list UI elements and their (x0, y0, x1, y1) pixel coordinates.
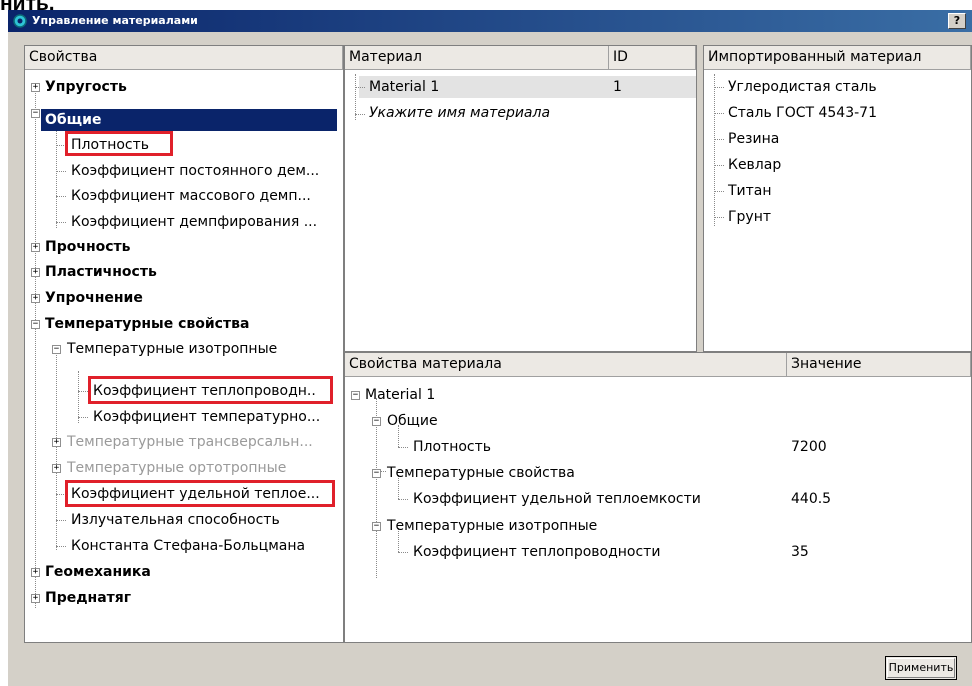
properties-header[interactable]: Свойства (25, 46, 343, 70)
tree-item-general[interactable]: Общие (45, 109, 101, 131)
props-density-value[interactable]: 7200 (791, 436, 827, 458)
expand-icon[interactable]: + (31, 294, 40, 303)
collapse-icon[interactable]: − (31, 109, 40, 118)
imported-item-titanium[interactable]: Титан (728, 180, 772, 202)
highlight-box-specific-heat (65, 480, 335, 507)
tree-item-elasticity[interactable]: Упругость (45, 76, 127, 98)
expand-icon[interactable]: + (31, 243, 40, 252)
collapse-icon[interactable]: − (372, 522, 381, 531)
id-column-header[interactable]: ID (609, 46, 696, 70)
help-button[interactable]: ? (948, 13, 966, 29)
material-name-cell[interactable]: Material 1 (369, 76, 439, 98)
tree-item-stefan-boltzmann[interactable]: Константа Стефана-Больцмана (71, 535, 305, 557)
tree-item-thermal-expansion[interactable]: Коэффициент температурно... (93, 406, 320, 428)
imported-item-soil[interactable]: Грунт (728, 206, 771, 228)
highlight-box-density (65, 131, 173, 156)
tree-item-hardening[interactable]: Упрочнение (45, 287, 143, 309)
tree-item-prestress[interactable]: Преднатяг (45, 587, 131, 609)
tree-item-emissivity[interactable]: Излучательная способность (71, 509, 280, 531)
tree-item-const-damping[interactable]: Коэффициент постоянного дем... (71, 160, 319, 182)
collapse-icon[interactable]: − (351, 391, 360, 400)
tree-item-strength[interactable]: Прочность (45, 236, 131, 258)
material-manager-window: Управление материалами ? Свойства + Упру… (8, 10, 972, 686)
props-group-thermal[interactable]: Температурные свойства (387, 462, 575, 484)
apply-button[interactable]: Применить (885, 656, 957, 680)
apply-button-label: Применить (888, 661, 954, 674)
props-conductivity-label: Коэффициент теплопроводности (413, 544, 661, 560)
window-title: Управление материалами (32, 14, 198, 27)
material-properties-panel: Свойства материала Значение − Material 1… (344, 352, 972, 643)
props-group-general[interactable]: Общие (387, 410, 438, 432)
imported-item-carbon-steel[interactable]: Углеродистая сталь (728, 76, 877, 98)
props-density-label: Плотность (413, 439, 492, 455)
expand-icon[interactable]: + (31, 83, 40, 92)
props-heat-capacity-value[interactable]: 440.5 (791, 488, 831, 510)
tree-item-thermal-transversal[interactable]: Температурные трансверсальн... (67, 431, 313, 453)
material-list-panel: Материал ID Material 1 1 Укажите имя мат… (344, 45, 697, 352)
expand-icon[interactable]: + (31, 594, 40, 603)
props-heat-capacity-label: Коэффициент удельной теплоемкости (413, 491, 701, 507)
material-column-header[interactable]: Материал (345, 46, 609, 70)
expand-icon[interactable]: + (31, 568, 40, 577)
collapse-icon[interactable]: − (372, 417, 381, 426)
imported-item-rubber[interactable]: Резина (728, 128, 779, 150)
tree-item-thermal-orthotropic[interactable]: Температурные ортотропные (67, 457, 286, 479)
imported-header[interactable]: Импортированный материал (704, 46, 971, 70)
imported-item-kevlar[interactable]: Кевлар (728, 154, 781, 176)
tree-item-thermal[interactable]: Температурные свойства (45, 313, 249, 335)
highlight-box-conductivity (88, 376, 333, 404)
property-column-header[interactable]: Свойства материала (345, 353, 787, 377)
tree-item-geomechanics[interactable]: Геомеханика (45, 561, 151, 583)
app-logo-icon (13, 14, 27, 28)
value-column-header[interactable]: Значение (787, 353, 971, 377)
imported-item-gost-steel[interactable]: Сталь ГОСТ 4543-71 (728, 102, 877, 124)
imported-materials-panel: Импортированный материал Углеродистая ст… (703, 45, 972, 352)
material-id-cell: 1 (613, 79, 622, 95)
expand-icon[interactable]: + (31, 268, 40, 277)
tree-item-damping[interactable]: Коэффициент демпфирования ... (71, 211, 317, 233)
tree-item-mass-damping[interactable]: Коэффициент массового демп... (71, 185, 311, 207)
new-material-placeholder[interactable]: Укажите имя материала (369, 102, 550, 124)
props-root-material[interactable]: Material 1 (365, 384, 435, 406)
tree-item-thermal-isotropic[interactable]: Температурные изотропные (67, 338, 277, 360)
tree-item-plasticity[interactable]: Пластичность (45, 261, 157, 283)
collapse-icon[interactable]: − (31, 320, 40, 329)
properties-tree-panel: Свойства + Упругость − Общие Плотность К… (24, 45, 344, 643)
collapse-icon[interactable]: − (52, 345, 61, 354)
expand-icon[interactable]: + (52, 438, 61, 447)
title-bar: Управление материалами ? (8, 10, 972, 32)
expand-icon[interactable]: + (52, 464, 61, 473)
props-group-isotropic[interactable]: Температурные изотропные (387, 515, 597, 537)
props-conductivity-value[interactable]: 35 (791, 541, 809, 563)
collapse-icon[interactable]: − (372, 469, 381, 478)
